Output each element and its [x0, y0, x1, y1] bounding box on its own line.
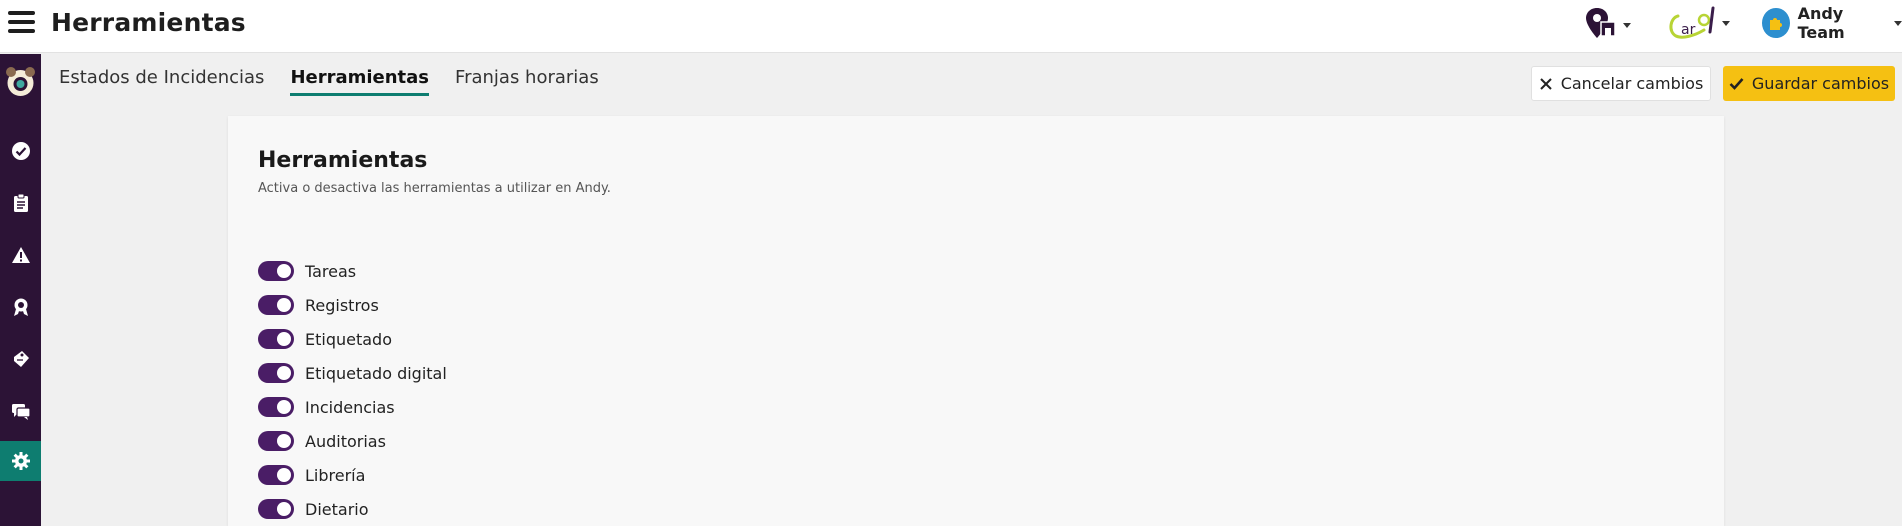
sidebar-item-messages[interactable]: [0, 391, 41, 431]
page-title: Herramientas: [51, 8, 246, 37]
toggle-auditorias[interactable]: [258, 431, 294, 451]
andy-logo[interactable]: [3, 64, 38, 99]
toggle-tareas[interactable]: [258, 261, 294, 281]
brand-selector-button[interactable]: ar: [1664, 2, 1734, 46]
tools-card: Herramientas Activa o desactiva las herr…: [228, 116, 1724, 526]
tool-row-auditorias: Auditorias: [258, 424, 447, 458]
toggle-dietario[interactable]: [258, 499, 294, 519]
chevron-down-icon: [1894, 20, 1902, 26]
sidebar: [0, 54, 41, 526]
toggle-label: Librería: [305, 465, 366, 485]
toggle-label: Etiquetado digital: [305, 363, 447, 383]
save-changes-label: Guardar cambios: [1751, 74, 1890, 93]
toggle-libreria[interactable]: [258, 465, 294, 485]
tool-row-incidencias: Incidencias: [258, 390, 447, 424]
tools-toggle-list: Tareas Registros Etiquetado Etiquetado d…: [258, 254, 447, 526]
sidebar-item-audits[interactable]: [0, 287, 41, 327]
tool-row-etiquetado: Etiquetado: [258, 322, 447, 356]
toggle-label: Tareas: [305, 261, 357, 281]
tool-row-tareas: Tareas: [258, 254, 447, 288]
tab-bar: Estados de Incidencias Herramientas Fran…: [59, 67, 625, 96]
cancel-changes-button[interactable]: Cancelar cambios: [1531, 66, 1711, 101]
user-name: Andy Team: [1797, 4, 1845, 42]
tab-estados-de-incidencias[interactable]: Estados de Incidencias: [59, 67, 264, 96]
hamburger-menu-icon[interactable]: [8, 11, 35, 35]
toggle-etiquetado-digital[interactable]: [258, 363, 294, 383]
card-title: Herramientas: [258, 148, 428, 173]
tool-row-registros: Registros: [258, 288, 447, 322]
label-tag-icon: [13, 351, 29, 367]
cancel-changes-label: Cancelar cambios: [1560, 74, 1704, 93]
carol-logo: ar: [1669, 6, 1730, 39]
svg-text:ar: ar: [1681, 22, 1696, 38]
warning-icon: [11, 247, 30, 263]
top-bar: Herramientas ar Andy Team: [0, 0, 1902, 53]
tab-herramientas[interactable]: Herramientas: [290, 67, 430, 96]
clipboard-icon: [13, 193, 28, 212]
sidebar-item-tasks[interactable]: [0, 131, 41, 171]
sidebar-item-settings[interactable]: [0, 441, 41, 481]
toggle-incidencias[interactable]: [258, 397, 294, 417]
location-store-icon: [1586, 8, 1631, 38]
toggle-label: Incidencias: [305, 397, 395, 417]
sidebar-item-labeling[interactable]: [0, 339, 41, 379]
check-icon: [1729, 77, 1744, 90]
toggle-label: Dietario: [305, 499, 369, 519]
toggle-registros[interactable]: [258, 295, 294, 315]
user-menu-button[interactable]: Andy Team: [1762, 4, 1902, 42]
chat-icon: [11, 404, 31, 420]
toggle-label: Etiquetado: [305, 329, 392, 349]
sidebar-item-records[interactable]: [0, 183, 41, 223]
toggle-label: Registros: [305, 295, 379, 315]
settings-gear-icon: [11, 452, 30, 470]
toggle-label: Auditorias: [305, 431, 386, 451]
tool-row-dietario: Dietario: [258, 492, 447, 526]
tool-row-libreria: Librería: [258, 458, 447, 492]
avatar: [1762, 8, 1790, 38]
tool-row-etiquetado-digital: Etiquetado digital: [258, 356, 447, 390]
toggle-etiquetado[interactable]: [258, 329, 294, 349]
card-subtitle: Activa o desactiva las herramientas a ut…: [258, 181, 611, 196]
sidebar-item-incidents[interactable]: [0, 235, 41, 275]
tab-franjas-horarias[interactable]: Franjas horarias: [455, 67, 599, 96]
puzzle-icon: [1769, 18, 1782, 30]
award-icon: [13, 298, 28, 316]
save-changes-button[interactable]: Guardar cambios: [1723, 66, 1895, 101]
location-selector-button[interactable]: [1583, 6, 1633, 42]
close-icon: [1539, 77, 1553, 91]
check-circle-icon: [11, 142, 30, 160]
